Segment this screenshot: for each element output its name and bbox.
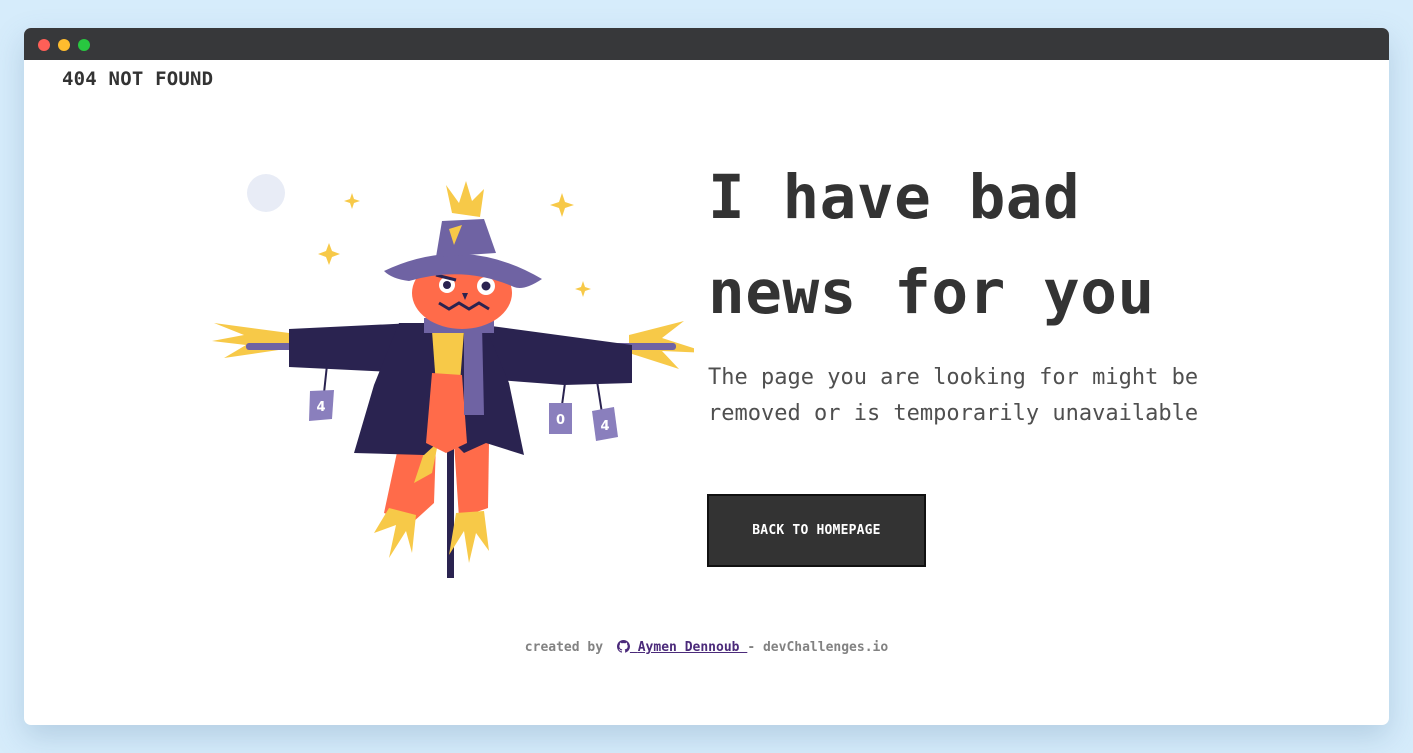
window-titlebar bbox=[24, 28, 1389, 60]
right-leg bbox=[454, 443, 489, 518]
headline-line-1: I have bad bbox=[708, 162, 1081, 233]
hat-straw bbox=[446, 181, 484, 217]
scarecrow-illustration: 4 0 4 bbox=[212, 174, 694, 578]
author-link[interactable]: Aymen Dennoub bbox=[611, 640, 747, 655]
headline-line-2: news for you bbox=[708, 257, 1155, 328]
footer-separator: - bbox=[747, 640, 756, 655]
page-headline: I have bad news for you bbox=[708, 150, 1308, 340]
moon-icon bbox=[247, 174, 285, 212]
footer: created by Aymen Dennoub - devChallenges… bbox=[24, 640, 1389, 655]
page-subtext: The page you are looking for might be re… bbox=[708, 360, 1268, 432]
author-name: Aymen Dennoub bbox=[637, 640, 740, 655]
github-icon bbox=[616, 640, 630, 653]
can-left: 4 bbox=[309, 390, 334, 421]
subtext-line-1: The page you are looking for might be bbox=[708, 365, 1199, 390]
sparkle-icon bbox=[318, 243, 340, 265]
svg-text:0: 0 bbox=[556, 413, 565, 428]
footer-prefix: created by bbox=[524, 640, 604, 655]
sparkle-icon bbox=[550, 193, 574, 217]
left-foot-straw bbox=[374, 508, 416, 558]
hat-top bbox=[436, 219, 496, 257]
right-foot-straw bbox=[449, 511, 489, 563]
minimize-window-button[interactable] bbox=[58, 39, 70, 51]
svg-text:4: 4 bbox=[600, 419, 609, 434]
left-straw bbox=[212, 323, 292, 358]
site-brand: 404 NOT FOUND bbox=[62, 68, 214, 90]
maximize-window-button[interactable] bbox=[78, 39, 90, 51]
can-right: 4 bbox=[592, 407, 618, 441]
sparkle-icon bbox=[344, 193, 360, 209]
footer-site: devChallenges.io bbox=[762, 640, 889, 655]
svg-text:4: 4 bbox=[316, 400, 325, 415]
close-window-button[interactable] bbox=[38, 39, 50, 51]
sparkle-icon bbox=[575, 281, 591, 297]
back-to-homepage-button[interactable]: BACK TO HOMEPAGE bbox=[707, 494, 926, 567]
can-middle: 0 bbox=[549, 403, 572, 434]
subtext-line-2: removed or is temporarily unavailable bbox=[708, 401, 1199, 426]
browser-window: 404 NOT FOUND 4 0 4 I have bad news for … bbox=[24, 28, 1389, 725]
